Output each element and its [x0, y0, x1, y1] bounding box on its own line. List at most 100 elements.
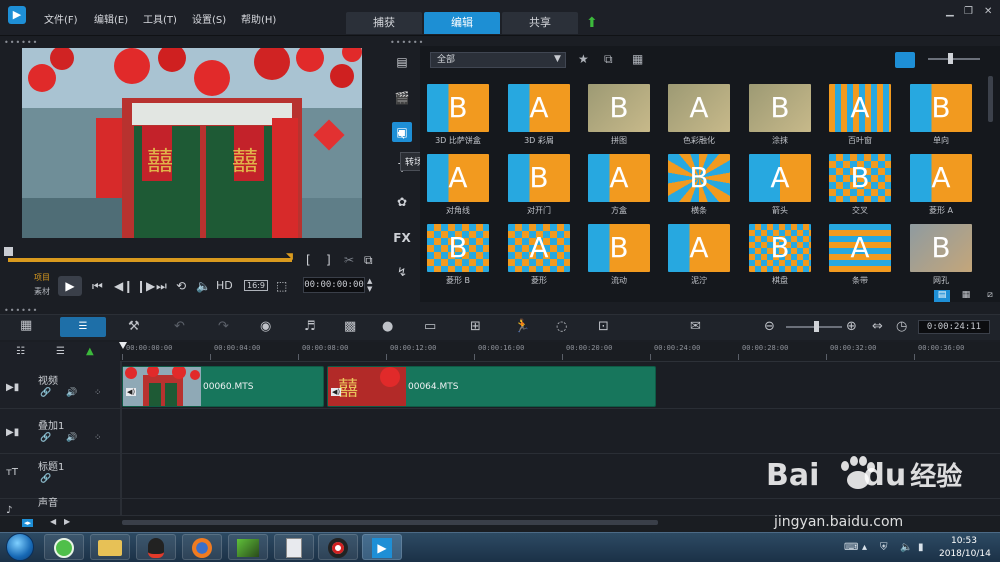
menu-edit[interactable]: 编辑(E)	[94, 11, 128, 26]
transition-thumbnail[interactable]: B	[749, 224, 811, 272]
transition-thumbnail[interactable]: A	[427, 154, 489, 202]
apply-to-video-icon[interactable]: ⧉	[604, 52, 613, 67]
restore-icon[interactable]: ❐	[964, 6, 973, 17]
motion-tracking-icon[interactable]: ●	[382, 319, 393, 334]
multi-camera-icon[interactable]: ⊞	[470, 319, 481, 334]
list-view-icon[interactable]: ▤	[934, 290, 950, 302]
redo-icon[interactable]: ↷	[218, 319, 229, 334]
transition-thumbnail[interactable]: B	[588, 84, 650, 132]
taskbar-qq-icon[interactable]	[136, 534, 176, 560]
scroll-left-icon[interactable]: ◀	[50, 517, 56, 526]
clip-mode-label[interactable]: 素材	[34, 286, 50, 297]
next-frame-icon[interactable]: ❙▶	[136, 279, 155, 293]
category-dropdown[interactable]: 全部	[430, 52, 566, 68]
taskbar-video-studio-icon[interactable]: ▶	[362, 534, 402, 560]
add-to-favorites-icon[interactable]: ★	[578, 52, 589, 66]
fit-project-icon[interactable]: ⇔	[872, 319, 883, 334]
undo-icon[interactable]: ↶	[174, 319, 185, 334]
transition-thumbnail[interactable]: B	[910, 84, 972, 132]
track-volume-icon[interactable]: 🔊	[66, 388, 77, 398]
timeline-view-icon[interactable]: ☰	[60, 317, 106, 337]
storyboard-view-icon[interactable]: ▦	[20, 318, 46, 336]
sound-mixer-icon[interactable]: ♬	[304, 319, 316, 334]
overlay-ripple-icon[interactable]: ⁘	[94, 433, 102, 443]
time-remapping-icon[interactable]: 🏃	[514, 319, 530, 334]
transition-thumbnail[interactable]: A	[508, 224, 570, 272]
transition-thumbnail[interactable]: A	[668, 224, 730, 272]
chevron-down-icon[interactable]: ▼	[554, 54, 561, 64]
transition-thumbnail[interactable]: B	[427, 84, 489, 132]
upload-arrow-icon[interactable]: ⬆	[586, 15, 598, 31]
mark-out-icon[interactable]: ]	[326, 253, 331, 267]
taskbar-recorder-icon[interactable]	[318, 534, 358, 560]
title-link-icon[interactable]: 🔗	[40, 474, 51, 484]
track-zoom-icon[interactable]: ◂▸	[22, 519, 34, 527]
hd-preview-toggle[interactable]: HD	[216, 279, 233, 292]
options-icon[interactable]: ⧄	[982, 290, 998, 302]
mark-in-icon[interactable]: [	[306, 253, 311, 267]
thumbnail-size-slider[interactable]	[928, 58, 980, 60]
trim-end-marker-icon[interactable]: ◥	[286, 252, 293, 262]
project-duration[interactable]: 0:00:24:11	[918, 320, 990, 334]
tray-expand-icon[interactable]: ▴	[862, 542, 867, 553]
transition-thumbnail[interactable]: A	[588, 154, 650, 202]
transition-thumbnail[interactable]: A	[829, 84, 891, 132]
thumbnail-view-toggle[interactable]	[895, 52, 915, 68]
menu-help[interactable]: 帮助(H)	[241, 11, 276, 26]
tab-share[interactable]: 共享	[502, 12, 578, 34]
go-to-end-icon[interactable]: ⏭	[156, 279, 167, 294]
crop-icon[interactable]: ⬚	[276, 279, 287, 293]
zoom-in-icon[interactable]: ⊕	[846, 319, 857, 334]
tray-security-icon[interactable]: ⛨	[880, 542, 888, 553]
scrub-head[interactable]	[4, 247, 13, 256]
track-manager-icon[interactable]: ☷	[16, 346, 25, 357]
ripple-edit-icon[interactable]: ▲	[86, 346, 94, 357]
taskbar-firefox-icon[interactable]	[182, 534, 222, 560]
mask-creator-icon[interactable]: ◌	[556, 319, 567, 334]
transition-thumbnail[interactable]: B	[508, 154, 570, 202]
enlarge-preview-icon[interactable]: ⧉	[364, 253, 373, 268]
menu-file[interactable]: 文件(F)	[44, 11, 78, 26]
project-mode-label[interactable]: 项目	[34, 272, 50, 283]
transition-thumbnail[interactable]: B	[749, 84, 811, 132]
panel-grip-icon[interactable]: ••••••	[4, 38, 38, 47]
tray-input-icon[interactable]: ⌨	[844, 542, 858, 553]
taskbar-app-360-icon[interactable]	[44, 534, 84, 560]
transition-thumbnail[interactable]: B	[427, 224, 489, 272]
scroll-right-icon[interactable]: ▶	[64, 517, 70, 526]
scrub-bar[interactable]	[8, 258, 292, 262]
apply-random-icon[interactable]: ▦	[632, 52, 643, 66]
tab-edit[interactable]: 编辑	[424, 12, 500, 34]
ripple-track-icon[interactable]: ⁘	[94, 388, 102, 398]
tray-network-icon[interactable]: ▮	[918, 542, 924, 553]
taskbar-media-player-icon[interactable]	[228, 534, 268, 560]
transition-thumbnail[interactable]: A	[749, 154, 811, 202]
grid-view-icon[interactable]: ▦	[958, 290, 974, 302]
taskbar-explorer-icon[interactable]	[90, 534, 130, 560]
tray-volume-icon[interactable]: 🔈	[900, 542, 912, 553]
record-capture-icon[interactable]: ◉	[260, 319, 271, 334]
timeline-scrollbar[interactable]	[122, 520, 658, 525]
transition-thumbnail[interactable]: A	[910, 154, 972, 202]
graphics-library-icon[interactable]: ✿	[392, 192, 412, 212]
playhead-marker[interactable]	[119, 342, 127, 349]
filter-fx-icon[interactable]: FX	[392, 228, 412, 248]
start-button[interactable]	[6, 533, 34, 561]
tools-icon[interactable]: ⚒	[128, 319, 140, 334]
zoom-out-icon[interactable]: ⊖	[764, 319, 775, 334]
library-scrollbar[interactable]	[988, 76, 993, 122]
close-icon[interactable]: ✕	[984, 6, 992, 17]
path-library-icon[interactable]: ↯	[392, 262, 412, 282]
overlay-link-icon[interactable]: 🔗	[40, 433, 51, 443]
media-library-icon[interactable]: ▤	[392, 52, 412, 72]
smart-package-icon[interactable]: ✉	[690, 319, 701, 334]
tab-capture[interactable]: 捕获	[346, 12, 422, 34]
taskbar-document-icon[interactable]	[274, 534, 314, 560]
transition-thumbnail[interactable]: B	[829, 154, 891, 202]
chapter-point-icon[interactable]: ☰	[56, 346, 65, 357]
play-button[interactable]: ▶	[58, 276, 82, 296]
pan-zoom-icon[interactable]: ⊡	[598, 319, 609, 334]
menu-tools[interactable]: 工具(T)	[143, 11, 177, 26]
repeat-icon[interactable]: ⟲	[176, 279, 186, 293]
clock-time[interactable]: 10:53	[951, 536, 977, 546]
